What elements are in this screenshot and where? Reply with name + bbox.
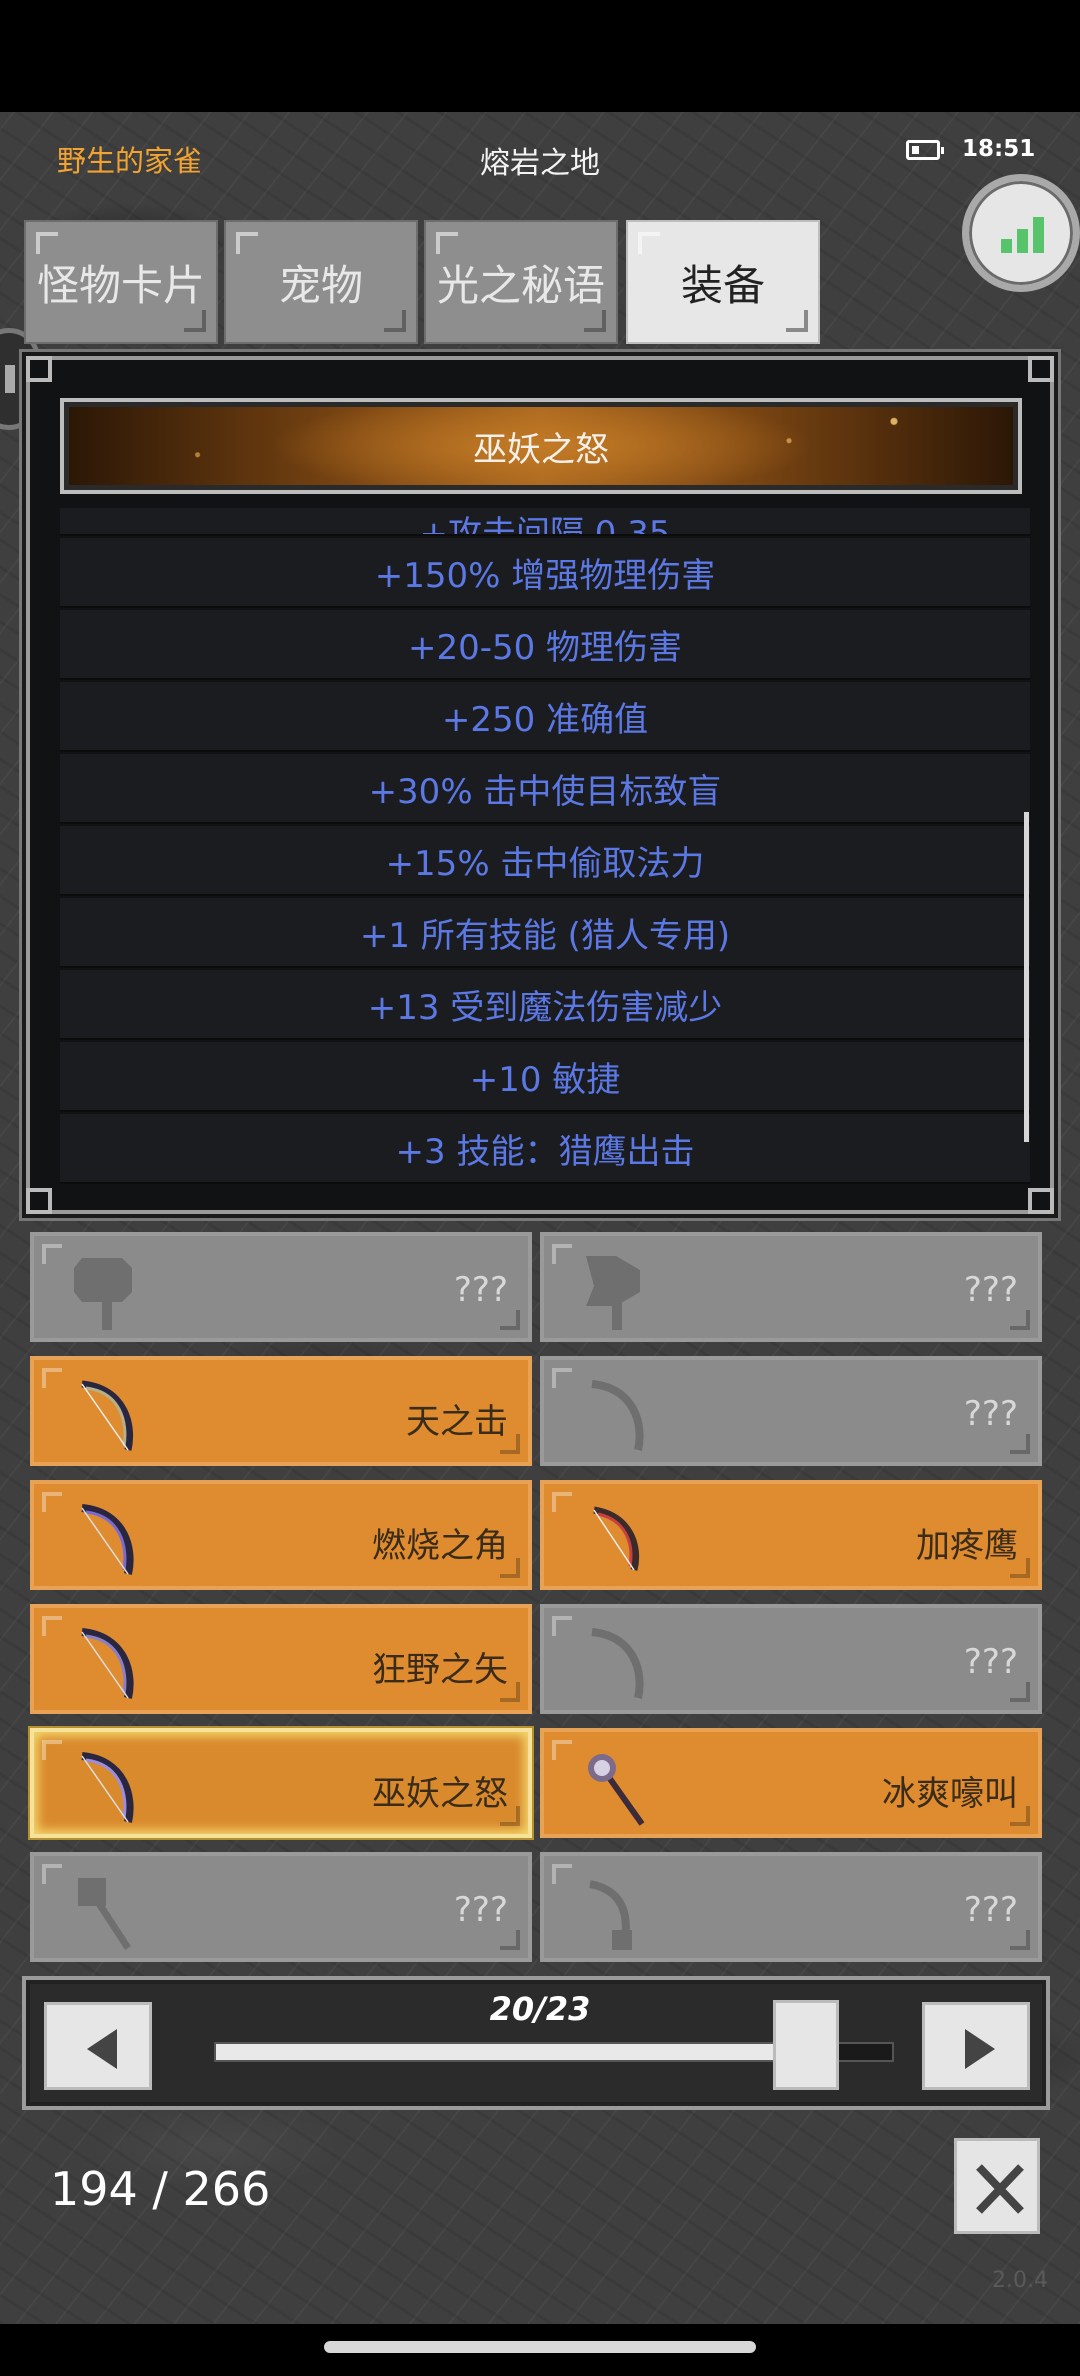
item-name: 天之击 [406, 1402, 508, 1442]
stat-text: +30% 击中使目标致盲 [368, 771, 722, 812]
close-button[interactable] [954, 2138, 1040, 2234]
equipment-cell[interactable]: 加疼鹰 [540, 1480, 1042, 1590]
axe-icon [74, 1258, 132, 1330]
flail-icon [589, 1880, 632, 1950]
stat-row: +攻击间隔 0.35 [60, 508, 1030, 536]
stat-row: +13 受到魔法伤害减少 [60, 970, 1030, 1040]
equipment-cell[interactable]: ??? [540, 1356, 1042, 1466]
item-name: ??? [453, 1270, 508, 1310]
bow-icon [591, 1628, 644, 1699]
corner-ornament [1028, 356, 1054, 382]
item-name: 巫妖之怒 [372, 1774, 508, 1814]
bow-icon [81, 1628, 134, 1699]
stat-row: +10 敏捷 [60, 1042, 1030, 1112]
close-icon [976, 2164, 1024, 2214]
stat-text: +攻击间隔 0.35 [419, 514, 671, 536]
mace-icon [78, 1878, 131, 1950]
item-name: 加疼鹰 [916, 1526, 1018, 1566]
home-indicator[interactable] [324, 2341, 756, 2353]
page-counter: 20/23 [489, 1990, 591, 2028]
collection-count: 194 / 266 [50, 2162, 271, 2216]
equipment-cell[interactable]: ??? [30, 1232, 532, 1342]
tab-pets[interactable]: 宠物 [224, 220, 418, 344]
item-name: ??? [453, 1890, 508, 1930]
axe-icon [586, 1256, 640, 1330]
slider-fill [216, 2044, 808, 2060]
tab-label: 光之秘语 [436, 260, 605, 310]
corner-ornament [26, 1188, 52, 1214]
item-name: 狂野之矢 [372, 1650, 508, 1690]
clock: 18:51 [962, 136, 1036, 162]
equipment-cell[interactable]: 天之击 [30, 1356, 532, 1466]
version-label: 2.0.4 [992, 2268, 1048, 2293]
item-name: ??? [963, 1642, 1018, 1682]
equipment-cell[interactable]: 冰爽嚎叫 [540, 1728, 1042, 1838]
equipment-cell[interactable]: 燃烧之角 [30, 1480, 532, 1590]
stat-text: +150% 增强物理伤害 [374, 555, 716, 596]
stat-row: +20-50 物理伤害 [60, 610, 1030, 680]
equipment-cell[interactable]: ??? [540, 1604, 1042, 1714]
item-title-banner: 巫妖之怒 [60, 398, 1022, 494]
app-root: 野生的家雀 熔岩之地 18:51 怪物卡片 宠物 光之秘语 装备 巫妖之怒 +攻… [0, 0, 1080, 2376]
equipment-cell[interactable]: 狂野之矢 [30, 1604, 532, 1714]
bow-icon [593, 1506, 640, 1571]
tab-monster-cards[interactable]: 怪物卡片 [24, 220, 218, 344]
item-name: 燃烧之角 [372, 1526, 508, 1566]
stat-text: +15% 击中偷取法力 [385, 843, 705, 884]
item-detail-panel: 巫妖之怒 +攻击间隔 0.35 +150% 增强物理伤害 +20-50 物理伤害… [26, 356, 1054, 1214]
bow-icon [81, 1380, 134, 1451]
bow-icon [591, 1380, 644, 1451]
arrow-right-icon [965, 2029, 995, 2069]
stat-text: +13 受到魔法伤害减少 [367, 987, 723, 1028]
stat-text: +250 准确值 [441, 699, 649, 740]
equipment-cell[interactable]: ??? [540, 1232, 1042, 1342]
stat-text: +20-50 物理伤害 [407, 627, 683, 668]
battery-icon [906, 140, 944, 160]
signal-button[interactable] [962, 174, 1080, 292]
bow-icon [81, 1504, 134, 1575]
item-name: 冰爽嚎叫 [882, 1774, 1018, 1814]
signal-bars-icon [1001, 217, 1049, 253]
item-name: ??? [963, 1394, 1018, 1434]
item-name: ??? [963, 1890, 1018, 1930]
slider-thumb[interactable] [772, 2000, 839, 2090]
stats-scrollbar[interactable] [1024, 812, 1029, 1142]
stat-row: +15% 击中偷取法力 [60, 826, 1030, 896]
item-stats-list[interactable]: +攻击间隔 0.35 +150% 增强物理伤害 +20-50 物理伤害 +250… [60, 508, 1030, 1188]
equipment-cell[interactable]: ??? [540, 1852, 1042, 1962]
corner-ornament [1028, 1188, 1054, 1214]
stat-row: +150% 增强物理伤害 [60, 538, 1030, 608]
stat-text: +10 敏捷 [469, 1059, 621, 1100]
stat-row: +3 技能：猎鹰出击 [60, 1114, 1030, 1184]
stat-text: +3 技能：猎鹰出击 [395, 1131, 695, 1172]
equipment-cell-selected[interactable]: 巫妖之怒 [30, 1728, 532, 1838]
tab-light-secrets[interactable]: 光之秘语 [424, 220, 618, 344]
stat-row: +1 所有技能 (猎人专用) [60, 898, 1030, 968]
tab-label: 宠物 [278, 260, 363, 310]
item-name: ??? [963, 1270, 1018, 1310]
stat-row: +30% 击中使目标致盲 [60, 754, 1030, 824]
stat-text: +1 所有技能 (猎人专用) [359, 915, 731, 956]
equipment-cell[interactable]: ??? [30, 1852, 532, 1962]
tab-label: 怪物卡片 [36, 260, 205, 310]
page-slider: 20/23 [22, 1976, 1050, 2110]
tab-label: 装备 [680, 260, 765, 310]
item-title: 巫妖之怒 [473, 429, 609, 470]
stat-row: +250 准确值 [60, 682, 1030, 752]
next-page-button[interactable] [922, 2002, 1030, 2090]
bow-icon [81, 1752, 134, 1823]
mace-icon [588, 1754, 645, 1826]
tab-equipment[interactable]: 装备 [626, 220, 820, 344]
corner-ornament [26, 356, 52, 382]
